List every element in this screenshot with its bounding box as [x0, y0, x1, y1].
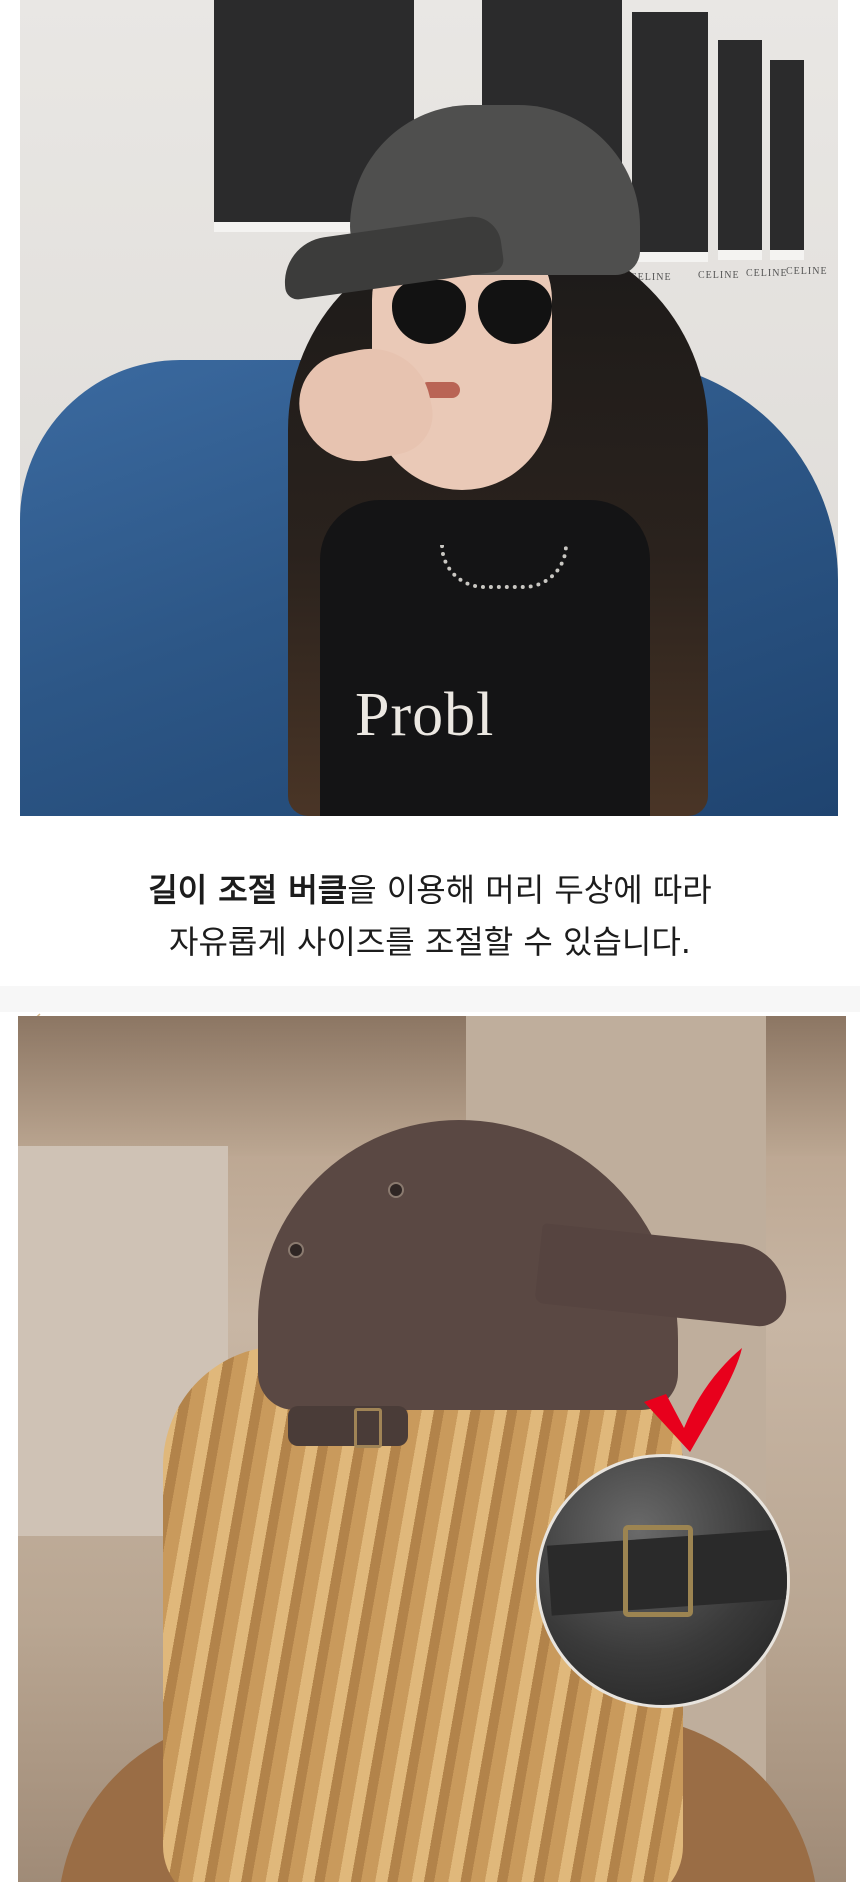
- adjust-buckle: [354, 1408, 382, 1448]
- gallery-poster: [770, 60, 804, 260]
- gallery-caption: CELINE: [698, 270, 740, 281]
- lens: [392, 280, 466, 344]
- gallery-poster: [632, 12, 708, 262]
- tshirt-print: Probl: [355, 681, 495, 749]
- gallery-caption: CELINE: [746, 268, 788, 279]
- description-text: 을 이용해 머리 두상에 따라: [347, 871, 712, 909]
- closeup-buckle: [623, 1525, 693, 1617]
- adjust-strap: [288, 1406, 408, 1446]
- lens: [478, 280, 552, 344]
- cap-eyelet: [388, 1182, 404, 1198]
- buckle-closeup: [536, 1454, 790, 1708]
- gallery-poster: [718, 40, 762, 260]
- section-divider: [0, 986, 860, 1012]
- gallery-caption: CELINE: [786, 266, 828, 277]
- cap-eyelet: [288, 1242, 304, 1258]
- description-line-1: 길이 조절 버클을 이용해 머리 두상에 따라: [0, 864, 860, 916]
- product-photo-front: CELINE CELINE CELINE CELINE Probl: [20, 0, 838, 816]
- feature-description: 길이 조절 버클을 이용해 머리 두상에 따라 자유롭게 사이즈를 조절할 수 …: [0, 864, 860, 968]
- description-line-2: 자유롭게 사이즈를 조절할 수 있습니다.: [169, 923, 691, 961]
- check-mark-icon: [644, 1348, 742, 1452]
- sunglasses: [392, 280, 552, 348]
- description-highlight: 길이 조절 버클: [148, 871, 348, 909]
